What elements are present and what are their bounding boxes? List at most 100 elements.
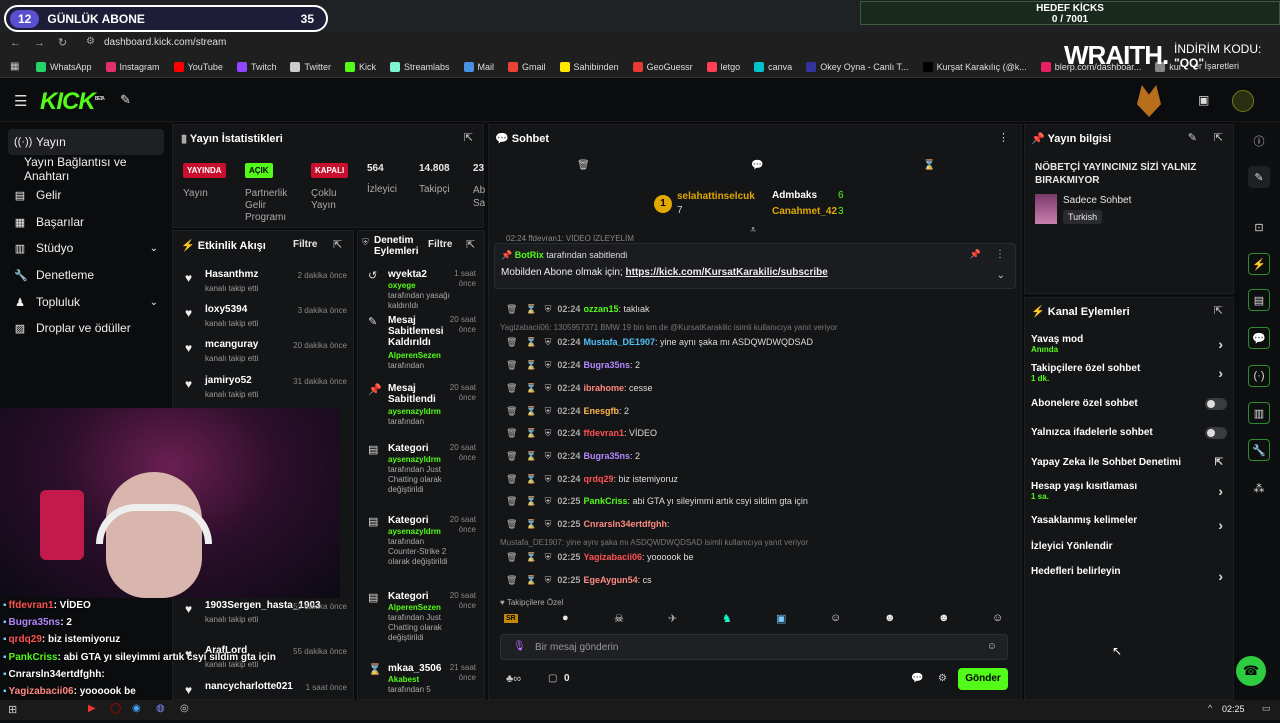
mod-action[interactable]: ▤ Kategori aysenazyldrm tarafından Counter-… xyxy=(358,515,484,575)
windows-icon[interactable]: ⊞ xyxy=(8,703,17,716)
popout-icon[interactable]: ⇱ xyxy=(333,238,342,251)
bookmark-item[interactable]: Gmail xyxy=(508,61,546,72)
reload-icon[interactable]: ↻ xyxy=(58,36,67,49)
ban-icon[interactable]: ⛨ xyxy=(545,304,552,314)
activity-event[interactable]: ♥ mcanguray kanalı takip etti 20 dakika önc… xyxy=(173,339,353,369)
pencil-icon[interactable]: ✎ xyxy=(1248,166,1270,188)
emote-icon[interactable]: ☻ xyxy=(938,612,950,624)
chat-bubble-icon[interactable]: 💬 xyxy=(751,160,763,171)
emote-icon[interactable]: ☠ xyxy=(614,612,624,625)
trash-icon[interactable]: 🗑 xyxy=(506,304,517,314)
timeout-icon[interactable]: ⌛ xyxy=(525,451,536,461)
bookmark-item[interactable]: Twitter xyxy=(290,61,331,72)
sidebar-item-stream[interactable]: ((·)) Yayın xyxy=(8,129,164,155)
trash-icon[interactable]: 🗑 xyxy=(506,519,517,529)
pin-icon[interactable]: 📌 xyxy=(970,249,981,260)
pin-icon[interactable]: ✎ xyxy=(120,92,131,108)
chat-message[interactable]: 🗑 ⌛ ⛨ 02:25 Yagizabacii06: yoooook be xyxy=(506,552,694,563)
chat-input-placeholder[interactable]: Bir mesaj gönderin xyxy=(535,642,618,653)
ban-icon[interactable]: ⛨ xyxy=(545,451,552,461)
chat-message[interactable]: 🗑 ⌛ ⛨ 02:24 ozzan15: taklıak xyxy=(506,304,649,315)
timeout-icon[interactable]: ⌛ xyxy=(525,519,536,529)
trash-icon[interactable]: 🗑 xyxy=(506,575,517,585)
edit-icon[interactable]: ✎ xyxy=(1188,131,1197,144)
activity-event[interactable]: ♥ Hasanthmz kanalı takip etti 2 dakika önce xyxy=(173,269,353,299)
kick-logo[interactable]: KICKBETA xyxy=(40,88,105,116)
chat-username[interactable]: Mustafa_DE1907 xyxy=(583,337,655,347)
mod-action[interactable]: ▤ Kategori aysenazyldrm tarafından Just Cha… xyxy=(358,443,484,503)
stats-icon[interactable]: ▥ xyxy=(1248,402,1270,424)
category-name[interactable]: Sadece Sohbet xyxy=(1063,195,1131,206)
bookmark-item[interactable]: YouTube xyxy=(173,61,223,72)
chat-message[interactable]: 🗑 ⌛ ⛨ 02:25 Cnrarsln34ertdfghh: xyxy=(506,519,669,530)
emoji-icon[interactable]: ☺ xyxy=(987,641,997,652)
url-text[interactable]: dashboard.kick.com/stream xyxy=(104,37,226,48)
toggle-switch[interactable] xyxy=(1205,427,1227,439)
emote-icon[interactable]: ♞ xyxy=(722,612,732,625)
obs-taskbar-icon[interactable]: ◎ xyxy=(180,703,189,714)
chat-username[interactable]: ffdevran1 xyxy=(583,428,624,438)
broadcast-icon[interactable]: (·) xyxy=(1248,365,1270,387)
mod-action[interactable]: ▤ Kategori AlperenSezen tarafından Just Cha… xyxy=(358,591,484,651)
popout-icon[interactable]: ⇱ xyxy=(1214,131,1223,144)
bookmark-item[interactable]: Mail xyxy=(463,61,494,72)
collapse-icon[interactable]: ⩡ xyxy=(750,224,756,237)
chat-message[interactable]: 🗑 ⌛ ⛨ 02:25 EgeAygun54: cs xyxy=(506,575,652,586)
bookmark-item[interactable]: WhatsApp xyxy=(36,61,92,72)
popout-icon[interactable]: ⇱ xyxy=(1214,304,1223,317)
youtube-taskbar-icon[interactable]: ▶ xyxy=(88,703,96,714)
notification-icon[interactable]: ▭ xyxy=(1262,703,1271,714)
chat-settings-bubble-icon[interactable]: 💬 xyxy=(911,673,923,684)
emote-icon[interactable]: ☻ xyxy=(884,612,896,624)
pinned-more-icon[interactable]: ⋮ xyxy=(995,249,1005,260)
top-gifter-3[interactable]: Canahmet_42 xyxy=(772,206,837,217)
chat-username[interactable]: Bugra35ns xyxy=(583,451,630,461)
points-icon[interactable]: ♣∞ xyxy=(506,673,521,685)
chat-icon[interactable]: 💬 xyxy=(1248,327,1270,349)
chat-message[interactable]: 🗑 ⌛ ⛨ 02:24 ibrahome: cesse xyxy=(506,383,652,394)
emote-icon[interactable]: ✈ xyxy=(668,612,677,625)
sidebar-item-drops[interactable]: ▨ Droplar ve ödüller xyxy=(8,315,164,341)
chat-message[interactable]: 🗑 ⌛ ⛨ 02:24 Bugra35ns: 2 xyxy=(506,451,640,462)
mod-action[interactable]: ✎ Mesaj Sabitlemesi Kaldırıldı AlperenSeze… xyxy=(358,315,484,375)
sidebar-item-revenue[interactable]: ▤ Gelir xyxy=(8,182,164,208)
send-button[interactable]: Gönder xyxy=(958,668,1008,690)
trash-icon[interactable]: 🗑 xyxy=(506,360,517,370)
chat-more-icon[interactable]: ⋮ xyxy=(998,131,1009,144)
emote-icon[interactable]: ▣ xyxy=(776,612,786,625)
sidebar-item-achievements[interactable]: ▦ Başarılar xyxy=(8,209,164,235)
channel-action-row[interactable]: Hedefleri belirleyin › xyxy=(1031,566,1227,588)
trash-icon[interactable]: 🗑 xyxy=(577,160,590,171)
forward-icon[interactable]: → xyxy=(34,37,45,49)
chat-username[interactable]: Bugra35ns xyxy=(583,360,630,370)
gear-icon[interactable]: ⚙ xyxy=(938,673,947,684)
chat-message[interactable]: 🗑 ⌛ ⛨ 02:24 Bugra35ns: 2 xyxy=(506,360,640,371)
ban-icon[interactable]: ⛨ xyxy=(545,519,552,529)
bookmark-item[interactable]: Kick xyxy=(344,61,376,72)
timeout-icon[interactable]: ⌛ xyxy=(525,474,536,484)
activity-event[interactable]: ♥ loxy5394 kanalı takip etti 3 dakika önce xyxy=(173,304,353,334)
bookmark-item[interactable]: letgo xyxy=(706,61,740,72)
top-gifter-1[interactable]: selahattinselcuk xyxy=(677,191,755,202)
activity-filter-button[interactable]: Filtre xyxy=(293,239,317,250)
chat-message[interactable]: 🗑 ⌛ ⛨ 02:24 Enesgfb: 2 xyxy=(506,406,629,417)
chevron-right-icon[interactable]: › xyxy=(1218,483,1223,499)
chat-username[interactable]: EgeAygun54 xyxy=(583,575,637,585)
emote-sr[interactable]: SR xyxy=(504,614,518,623)
chat-username[interactable]: ibrahome xyxy=(583,383,624,393)
microphone-icon[interactable]: 🎙 xyxy=(513,641,526,652)
chevron-right-icon[interactable]: › xyxy=(1218,568,1223,584)
opera-taskbar-icon[interactable]: ◯ xyxy=(110,703,121,714)
list-icon[interactable]: ▤ xyxy=(1248,289,1270,311)
chat-username[interactable]: Enesgfb xyxy=(583,406,619,416)
wallet-icon[interactable]: ▣ xyxy=(1198,93,1209,107)
bookmark-item[interactable]: canva xyxy=(754,61,792,72)
mod-action[interactable]: 📌 Mesaj Sabitlendi aysenazyldrm tarafından 2… xyxy=(358,383,484,443)
user-avatar[interactable] xyxy=(1232,90,1254,112)
chat-username[interactable]: qrdq29 xyxy=(583,474,613,484)
sidebar-item-stream-key[interactable]: Yayın Bağlantısı ve Anahtarı xyxy=(8,155,164,183)
apps-icon[interactable]: ▦ xyxy=(10,61,19,72)
sidebar-item-moderation[interactable]: 🔧 Denetleme xyxy=(8,262,164,288)
activity-event[interactable]: ♥ 1903Sergen_hasta_1903 kanalı takip etti 5… xyxy=(173,600,353,630)
chevron-right-icon[interactable]: › xyxy=(1218,517,1223,533)
